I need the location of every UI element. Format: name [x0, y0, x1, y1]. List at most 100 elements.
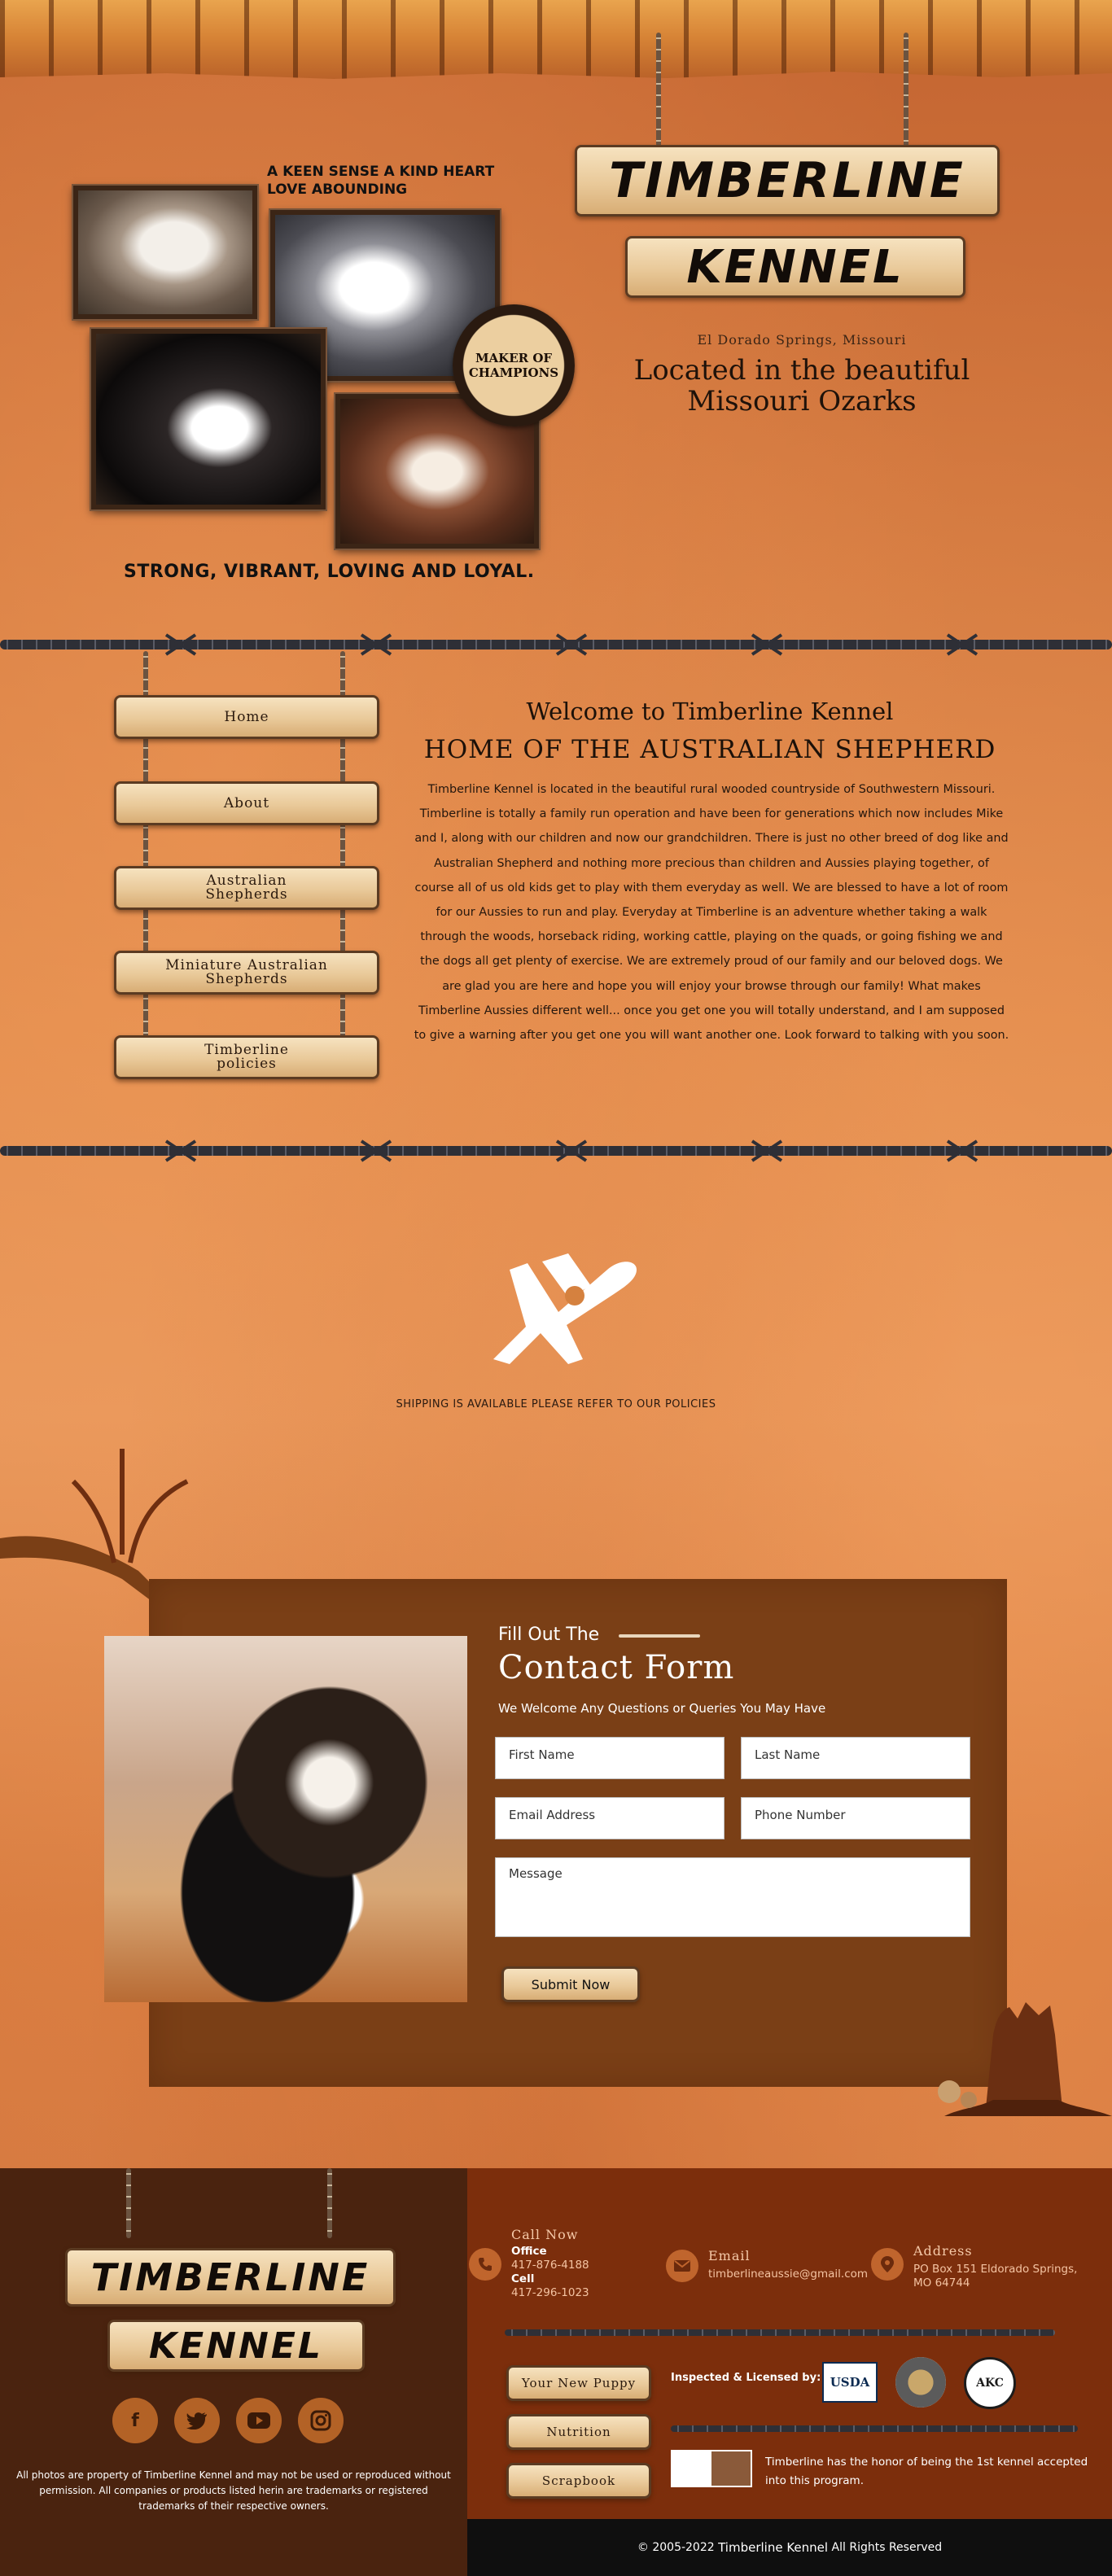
phone-placeholder: Phone Number	[755, 1808, 846, 1822]
location-small: El Dorado Springs, Missouri	[697, 332, 907, 348]
badge-line2: CHAMPIONS	[468, 365, 559, 380]
message-field[interactable]: Message	[495, 1857, 970, 1937]
copyright-prefix: © 2005-2022	[637, 2541, 715, 2554]
usda-logo-text: USDA	[830, 2375, 870, 2390]
program-honor-text: Timberline has the honor of being the 1s…	[765, 2456, 1088, 2487]
barb-icon	[555, 1139, 588, 1162]
phone-field[interactable]: Phone Number	[741, 1797, 970, 1839]
email-placeholder: Email Address	[509, 1808, 596, 1822]
twitter-icon[interactable]	[174, 2398, 220, 2443]
barb-icon	[360, 1139, 392, 1162]
copyright-suffix: All Rights Reserved	[831, 2541, 943, 2554]
contact-heading-small: Fill Out The	[498, 1625, 600, 1645]
header-logo-line2: KENNEL	[686, 240, 904, 294]
state-seal-logo	[895, 2357, 946, 2408]
footer-link-your-new-puppy[interactable]: Your New Puppy	[506, 2365, 651, 2401]
barb-icon	[946, 633, 978, 656]
usda-logo: USDA	[822, 2362, 878, 2403]
phone-icon	[469, 2248, 501, 2281]
email-field[interactable]: Email Address	[495, 1797, 725, 1839]
welcome-title: Welcome to Timberline Kennel	[526, 698, 894, 725]
call-now-details: Office 417-876-4188 Cell 417-296-1023	[511, 2245, 589, 2300]
nav-item-label-line2: Shepherds	[205, 886, 288, 903]
logo-chain-left	[656, 33, 661, 147]
nav-item-label-line2: policies	[217, 1056, 277, 1072]
footer-logo-chain-right	[327, 2168, 332, 2238]
dog-photo-merle-1	[72, 184, 259, 321]
dog-photo-tricolor	[90, 327, 327, 511]
tree-stump-decoration	[938, 2002, 1112, 2116]
barb-icon	[164, 1139, 197, 1162]
barb-icon	[360, 633, 392, 656]
footer-logo-line1: TIMBERLINE	[90, 2255, 370, 2299]
autumn-forest-banner	[0, 0, 1112, 79]
akc-logo-text: AKC	[976, 2377, 1004, 2390]
first-name-field[interactable]: First Name	[495, 1737, 725, 1779]
first-name-placeholder: First Name	[509, 1747, 575, 1762]
location-pin-icon	[871, 2248, 904, 2281]
footer-logo-line2: KENNEL	[149, 2325, 323, 2367]
footer-link-label: Nutrition	[546, 2425, 611, 2439]
header-tagline: A KEEN SENSE A KIND HEART LOVE ABOUNDING	[267, 163, 494, 199]
maker-of-champions-badge: MAKER OF CHAMPIONS	[453, 304, 575, 426]
nav-item-label: About	[223, 794, 270, 811]
footer-copyright-note: All photos are property of Timberline Ke…	[16, 2469, 451, 2512]
footer-wire-divider-2	[671, 2425, 1078, 2432]
office-phone[interactable]: 417-876-4188	[511, 2259, 589, 2272]
office-label: Office	[511, 2245, 547, 2258]
nav-item-miniature-australian-shepherds[interactable]: Miniature Australian Shepherds	[114, 951, 379, 995]
welcome-subtitle: HOME OF THE AUSTRALIAN SHEPHERD	[423, 735, 996, 764]
header-logo-plank-1[interactable]: TIMBERLINE	[575, 145, 1000, 216]
footer-link-label: Your New Puppy	[521, 2376, 637, 2390]
heading-decoration-line	[619, 1634, 700, 1638]
contact-heading-big: Contact Form	[498, 1649, 735, 1686]
airplane-icon	[493, 1253, 637, 1364]
facebook-icon[interactable]: f	[112, 2398, 158, 2443]
footer-link-label: Scrapbook	[541, 2473, 616, 2488]
shipping-text: SHIPPING IS AVAILABLE PLEASE REFER TO OU…	[396, 1398, 716, 1410]
nav-item-home[interactable]: Home	[114, 695, 379, 739]
tagline-line2: LOVE ABOUNDING	[267, 182, 408, 198]
message-placeholder: Message	[509, 1866, 563, 1881]
footer-copyright-bar: © 2005-2022 Timberline Kennel All Rights…	[467, 2519, 1112, 2576]
slogan: STRONG, VIBRANT, LOVING AND LOYAL.	[124, 562, 535, 582]
barb-icon	[946, 1139, 978, 1162]
submit-label: Submit Now	[531, 1976, 611, 1992]
footer-link-scrapbook[interactable]: Scrapbook	[506, 2463, 651, 2499]
akc-logo: AKC	[964, 2357, 1016, 2409]
program-badge-image	[671, 2450, 752, 2487]
barb-icon	[751, 1139, 783, 1162]
barb-icon	[751, 633, 783, 656]
email-title: Email	[708, 2248, 751, 2263]
nav-item-australian-shepherds[interactable]: Australian Shepherds	[114, 866, 379, 910]
nav-item-timberline-policies[interactable]: Timberline policies	[114, 1035, 379, 1079]
contact-welcome: We Welcome Any Questions or Queries You …	[498, 1701, 826, 1716]
instagram-icon[interactable]	[298, 2398, 344, 2443]
header-logo-line1: TIMBERLINE	[609, 152, 965, 209]
cell-phone[interactable]: 417-296-1023	[511, 2286, 589, 2300]
tagline-line1: A KEEN SENSE A KIND HEART	[267, 164, 495, 180]
badge-line1: MAKER OF	[475, 351, 553, 365]
location-big-line1: Located in the beautiful	[633, 354, 970, 387]
email-address[interactable]: timberlineaussie@gmail.com	[708, 2268, 868, 2281]
footer-brand-panel	[0, 2168, 467, 2576]
call-now-title: Call Now	[511, 2227, 579, 2242]
barb-icon	[164, 633, 197, 656]
nav-item-label: Home	[224, 708, 269, 725]
nav-item-label-line2: Shepherds	[205, 971, 288, 987]
last-name-field[interactable]: Last Name	[741, 1737, 970, 1779]
youtube-icon[interactable]	[236, 2398, 282, 2443]
location-big: Located in the beautiful Missouri Ozarks	[590, 355, 1013, 417]
footer-link-nutrition[interactable]: Nutrition	[506, 2414, 651, 2450]
submit-button[interactable]: Submit Now	[501, 1966, 640, 2002]
cell-label: Cell	[511, 2272, 535, 2285]
puppy-photo	[104, 1636, 467, 2002]
footer-logo-plank-1[interactable]: TIMBERLINE	[65, 2248, 396, 2307]
nav-item-about[interactable]: About	[114, 781, 379, 825]
copyright-name: Timberline Kennel	[718, 2540, 829, 2555]
header-logo-plank-2[interactable]: KENNEL	[625, 236, 965, 298]
footer-logo-plank-2[interactable]: KENNEL	[107, 2320, 365, 2372]
address-title: Address	[913, 2243, 973, 2259]
email-icon	[666, 2250, 698, 2282]
logo-chain-right	[904, 33, 908, 147]
